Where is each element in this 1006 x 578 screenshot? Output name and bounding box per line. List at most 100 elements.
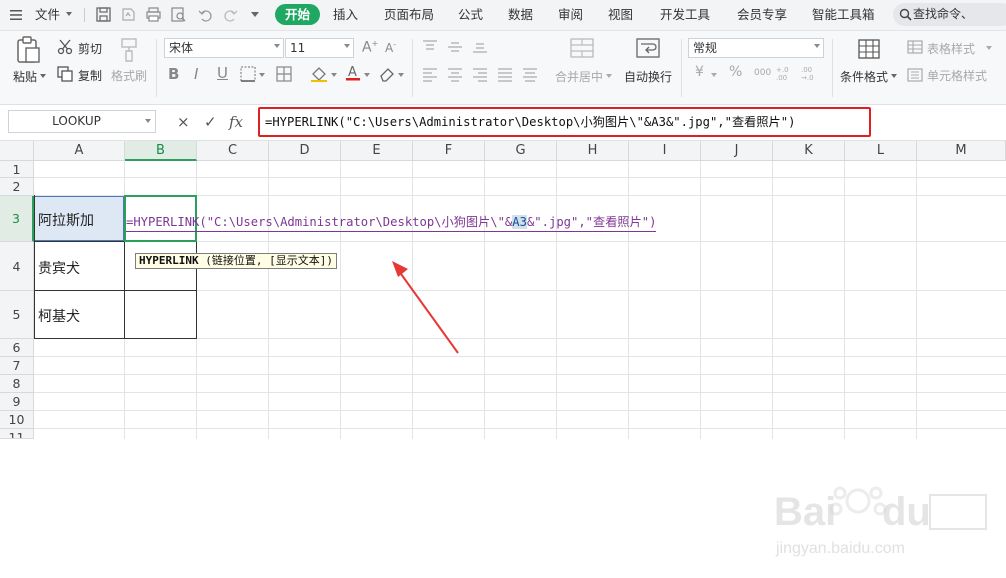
table-style-icon[interactable] [907, 40, 923, 57]
bold-icon[interactable]: B [168, 65, 179, 83]
copy-button[interactable]: 复制 [78, 67, 102, 84]
customize-quickbar-icon[interactable] [251, 12, 259, 17]
file-menu[interactable]: 文件 [35, 0, 60, 30]
output-icon[interactable] [120, 6, 137, 23]
row-header-3[interactable]: 3 [0, 196, 34, 242]
eraser-icon[interactable] [379, 66, 395, 85]
cell-style-button[interactable]: 单元格样式 [927, 67, 987, 84]
redo-icon[interactable] [222, 6, 239, 23]
row-header-9[interactable]: 9 [0, 393, 34, 411]
menu-icon[interactable] [10, 9, 22, 21]
fill-color-dropdown-icon[interactable] [331, 73, 337, 77]
tab-data[interactable]: 数据 [508, 0, 533, 30]
undo-icon[interactable] [197, 6, 214, 23]
currency-dropdown-icon[interactable] [711, 73, 717, 77]
print-preview-icon[interactable] [170, 6, 187, 23]
command-search[interactable]: 查找命令、 [893, 3, 1006, 26]
fill-color-icon[interactable] [310, 65, 328, 86]
conditional-format-icon[interactable] [858, 39, 880, 62]
insert-function-icon[interactable]: fx [229, 113, 243, 131]
row-header-10[interactable]: 10 [0, 411, 34, 429]
row-header-5[interactable]: 5 [0, 291, 34, 339]
column-header-m[interactable]: M [917, 141, 1006, 161]
number-format-select[interactable]: 常规 [688, 38, 824, 58]
chevron-down-icon[interactable] [66, 12, 72, 16]
name-box-dropdown-icon[interactable] [145, 119, 151, 123]
font-size-select[interactable]: 11 [285, 38, 354, 58]
name-box[interactable]: LOOKUP [8, 110, 156, 133]
column-header-b[interactable]: B [125, 141, 197, 161]
tab-developer[interactable]: 开发工具 [660, 0, 710, 30]
eraser-dropdown-icon[interactable] [398, 73, 404, 77]
column-header-a[interactable]: A [34, 141, 125, 161]
confirm-icon[interactable]: ✓ [204, 113, 217, 131]
row-header-7[interactable]: 7 [0, 357, 34, 375]
tab-insert[interactable]: 插入 [333, 0, 358, 30]
align-top-icon[interactable] [422, 40, 438, 57]
grid-lines-icon[interactable] [276, 66, 292, 85]
column-header-j[interactable]: J [701, 141, 773, 161]
column-header-e[interactable]: E [341, 141, 413, 161]
merge-dropdown-icon[interactable] [606, 74, 612, 78]
justify-icon[interactable] [497, 68, 513, 85]
tab-smart-toolbox[interactable]: 智能工具箱 [812, 0, 875, 30]
save-icon[interactable] [95, 6, 112, 23]
decrease-font-icon[interactable]: A- [385, 40, 396, 55]
border-dropdown-icon[interactable] [259, 73, 265, 77]
tab-review[interactable]: 审阅 [558, 0, 583, 30]
align-center-icon[interactable] [447, 68, 463, 85]
decrease-decimal-icon[interactable]: .00 →.0 [800, 64, 818, 85]
increase-decimal-icon[interactable]: +.0.00 [775, 64, 793, 85]
underline-icon[interactable]: U [217, 64, 228, 82]
cancel-icon[interactable]: × [177, 113, 190, 131]
tab-page-layout[interactable]: 页面布局 [384, 0, 434, 30]
row-header-11[interactable]: 11 [0, 429, 34, 439]
column-header-f[interactable]: F [413, 141, 485, 161]
paste-dropdown-icon[interactable] [40, 74, 46, 78]
column-header-h[interactable]: H [557, 141, 629, 161]
currency-button[interactable]: ¥ [695, 64, 704, 80]
conditional-format-dropdown-icon[interactable] [891, 74, 897, 78]
cell-a4[interactable]: 贵宾犬 [38, 258, 80, 278]
row-header-4[interactable]: 4 [0, 242, 34, 291]
conditional-format-button[interactable]: 条件格式 [840, 68, 888, 85]
percent-button[interactable]: % [729, 64, 742, 80]
tab-member[interactable]: 会员专享 [737, 0, 787, 30]
column-header-c[interactable]: C [197, 141, 269, 161]
font-color-icon[interactable]: A [345, 64, 361, 85]
table-style-dropdown-icon[interactable] [986, 46, 992, 50]
align-left-icon[interactable] [422, 68, 438, 85]
row-header-6[interactable]: 6 [0, 339, 34, 357]
thousands-button[interactable]: 000 [754, 68, 771, 78]
print-icon[interactable] [145, 6, 162, 23]
column-header-k[interactable]: K [773, 141, 845, 161]
row-header-2[interactable]: 2 [0, 178, 34, 196]
row-header-1[interactable]: 1 [0, 161, 34, 178]
tab-home[interactable]: 开始 [275, 4, 321, 25]
merge-center-button[interactable]: 合并居中 [555, 68, 603, 85]
align-right-icon[interactable] [472, 68, 488, 85]
align-bottom-icon[interactable] [472, 40, 488, 57]
cut-button[interactable]: 剪切 [78, 40, 102, 57]
select-all-corner[interactable] [0, 141, 34, 161]
font-name-select[interactable]: 宋体 [164, 38, 284, 58]
paste-icon[interactable] [15, 36, 41, 67]
cell-a5[interactable]: 柯基犬 [38, 306, 80, 326]
column-header-l[interactable]: L [845, 141, 917, 161]
align-middle-icon[interactable] [447, 40, 463, 57]
wrap-text-icon[interactable] [636, 38, 660, 61]
paste-button[interactable]: 粘贴 [13, 68, 37, 85]
column-header-i[interactable]: I [629, 141, 701, 161]
tab-formulas[interactable]: 公式 [458, 0, 483, 30]
italic-icon[interactable]: I [194, 65, 198, 83]
format-painter-button[interactable]: 格式刷 [111, 67, 147, 84]
cell-edit-formula[interactable]: =HYPERLINK("C:\Users\Administrator\Deskt… [126, 213, 657, 232]
column-header-d[interactable]: D [269, 141, 341, 161]
wrap-text-button[interactable]: 自动换行 [624, 68, 672, 85]
formula-input[interactable]: =HYPERLINK("C:\Users\Administrator\Deskt… [258, 107, 871, 137]
format-painter-icon[interactable] [118, 37, 140, 66]
cell-a3[interactable]: 阿拉斯加 [38, 210, 94, 230]
increase-font-icon[interactable]: A+ [362, 39, 378, 56]
column-header-g[interactable]: G [485, 141, 557, 161]
distribute-icon[interactable] [522, 68, 538, 85]
